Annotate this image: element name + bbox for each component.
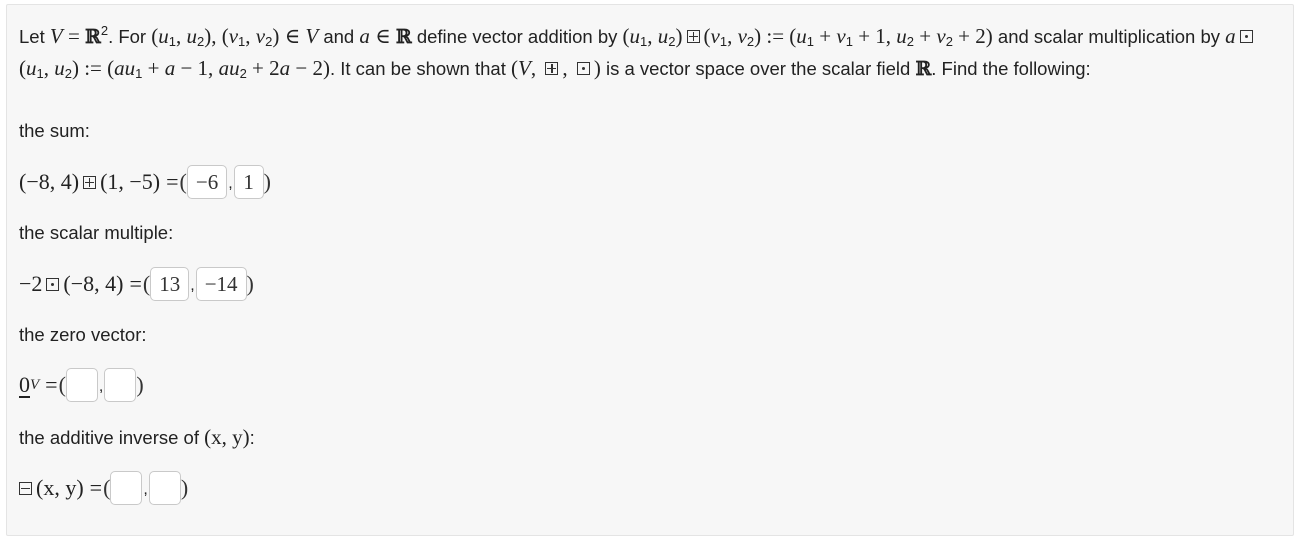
boxdot-icon [46, 277, 60, 291]
inverse-row: (x, y) =( , ) [19, 471, 188, 505]
zero-answer-second[interactable] [104, 368, 137, 402]
zero-vector-symbol: 0 [19, 372, 30, 397]
scalar-vector: (−8, 4) [63, 271, 124, 296]
inverse-answer-first[interactable] [110, 471, 143, 505]
scalar-answer-second[interactable]: −14 [195, 267, 247, 301]
prompt-text: and [318, 26, 360, 47]
question-panel: Let V = ℝ2. For (u1, u2), (v1, v2) ∈ V a… [6, 4, 1294, 536]
boxplus-icon [545, 62, 559, 75]
boxdot-icon [1239, 30, 1253, 43]
boxdot-icon [576, 62, 590, 75]
sum-right-operand: (1, −5) [100, 169, 161, 194]
sum-left-operand: (−8, 4) [19, 169, 80, 194]
prompt-text: Let [19, 26, 50, 47]
prompt-text: . Find the following: [931, 58, 1091, 79]
sum-answer-first[interactable]: −6 [186, 165, 228, 199]
sum-label: the sum: [19, 120, 90, 141]
inverse-label: the additive inverse of (x, y): [19, 425, 255, 449]
sum-answer-second[interactable]: 1 [233, 165, 264, 199]
scalar-answer-first[interactable]: 13 [150, 267, 190, 301]
zero-vector-subscript: V [30, 376, 40, 393]
sum-row: (−8, 4) (1, −5) =( −6 , 1 ) [19, 165, 271, 199]
prompt-text: define vector addition by [411, 26, 623, 47]
zero-answer-first[interactable] [65, 368, 98, 402]
scalar-label: the scalar multiple: [19, 222, 174, 243]
zero-row: 0V =( , ) [19, 368, 144, 402]
prompt-text: is a vector space over the scalar field [600, 58, 916, 79]
inverse-expression: (x, y) [36, 475, 84, 500]
scalar-coefficient: −2 [19, 271, 43, 296]
prompt-text: . For [108, 26, 152, 47]
scalar-row: −2 (−8, 4) =( 13 , −14 ) [19, 267, 254, 301]
prompt-text: and scalar multiplication by [992, 26, 1226, 47]
boxplus-icon [83, 175, 97, 189]
boxplus-icon [686, 30, 700, 43]
boxminus-icon [19, 481, 32, 495]
inverse-answer-second[interactable] [148, 471, 181, 505]
prompt-text: . It can be shown that [329, 58, 511, 79]
problem-statement: Let V = ℝ2. For (u1, u2), (v1, v2) ∈ V a… [19, 17, 1269, 87]
zero-label: the zero vector: [19, 324, 147, 345]
